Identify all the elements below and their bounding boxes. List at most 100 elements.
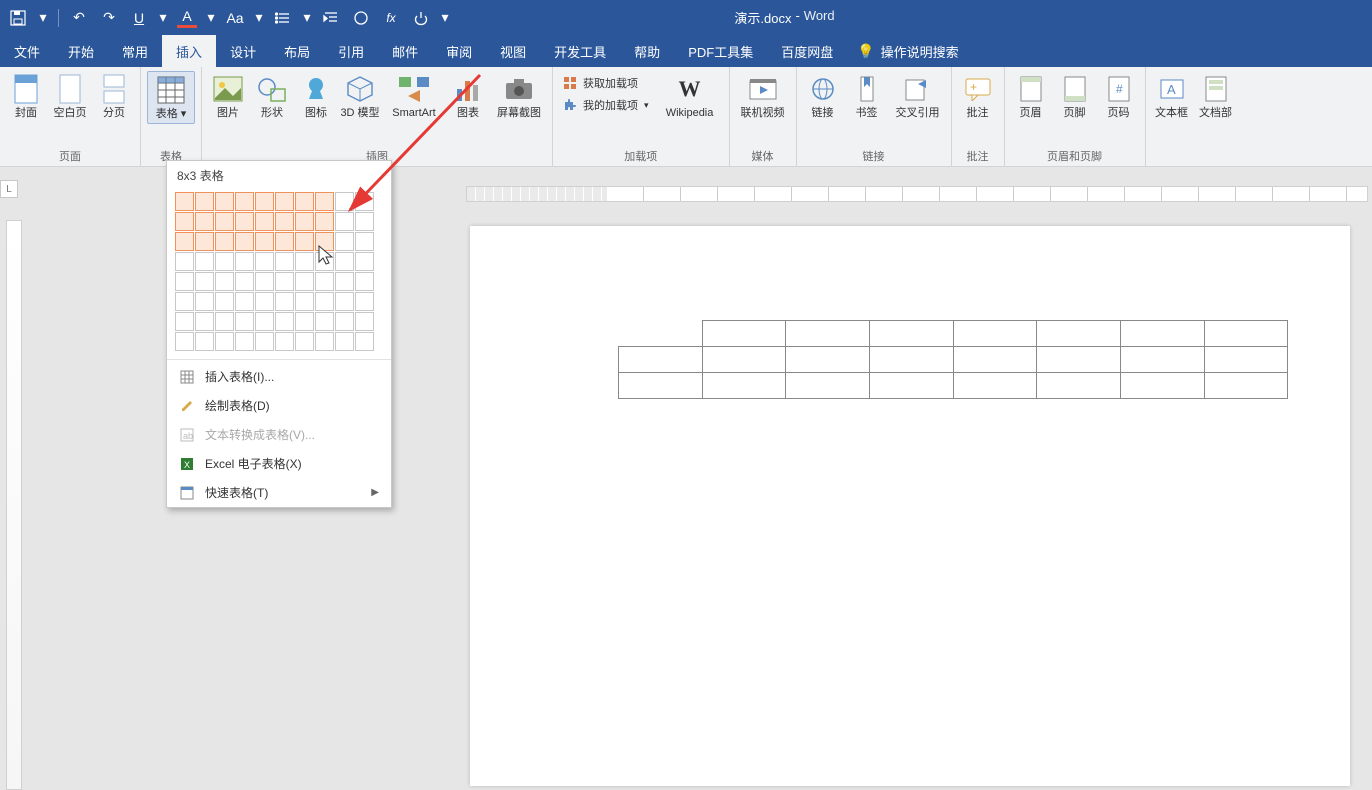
grid-cell[interactable]: [175, 332, 194, 351]
grid-cell[interactable]: [315, 192, 334, 211]
tab-view[interactable]: 视图: [486, 35, 540, 67]
grid-cell[interactable]: [295, 192, 314, 211]
tab-developer[interactable]: 开发工具: [540, 35, 620, 67]
grid-cell[interactable]: [355, 252, 374, 271]
qat-dropdown-icon[interactable]: ▾: [38, 8, 48, 28]
grid-cell[interactable]: [255, 292, 274, 311]
grid-cell[interactable]: [275, 292, 294, 311]
grid-cell[interactable]: [275, 192, 294, 211]
grid-cell[interactable]: [195, 312, 214, 331]
grid-cell[interactable]: [315, 252, 334, 271]
touch-dropdown-icon[interactable]: ▾: [441, 8, 449, 28]
grid-cell[interactable]: [195, 292, 214, 311]
font-color-dropdown-icon[interactable]: ▾: [207, 8, 215, 28]
grid-cell[interactable]: [335, 192, 354, 211]
touch-mode-icon[interactable]: [411, 8, 431, 28]
online-video-button[interactable]: 联机视频: [736, 71, 790, 122]
grid-cell[interactable]: [295, 292, 314, 311]
grid-cell[interactable]: [195, 332, 214, 351]
grid-cell[interactable]: [355, 192, 374, 211]
tab-review[interactable]: 审阅: [432, 35, 486, 67]
grid-cell[interactable]: [295, 212, 314, 231]
grid-cell[interactable]: [175, 312, 194, 331]
tab-file[interactable]: 文件: [0, 35, 54, 67]
fx-icon[interactable]: fx: [381, 8, 401, 28]
underline-icon[interactable]: U: [129, 8, 149, 28]
grid-cell[interactable]: [315, 292, 334, 311]
tab-baidu[interactable]: 百度网盘: [767, 35, 847, 67]
grid-cell[interactable]: [275, 232, 294, 251]
picture-button[interactable]: 图片: [208, 71, 248, 122]
tab-references[interactable]: 引用: [324, 35, 378, 67]
grid-cell[interactable]: [255, 332, 274, 351]
excel-spreadsheet-menu[interactable]: X Excel 电子表格(X): [167, 449, 391, 478]
grid-cell[interactable]: [335, 252, 354, 271]
grid-cell[interactable]: [255, 272, 274, 291]
insert-table-menu[interactable]: 插入表格(I)...: [167, 362, 391, 391]
grid-cell[interactable]: [215, 312, 234, 331]
bookmark-button[interactable]: 书签: [847, 71, 887, 122]
grid-cell[interactable]: [195, 212, 214, 231]
grid-cell[interactable]: [355, 272, 374, 291]
3d-models-button[interactable]: 3D 模型: [340, 71, 380, 122]
grid-cell[interactable]: [215, 332, 234, 351]
grid-cell[interactable]: [175, 192, 194, 211]
grid-cell[interactable]: [215, 192, 234, 211]
cover-page-button[interactable]: 封面: [6, 71, 46, 122]
grid-cell[interactable]: [215, 292, 234, 311]
tab-help[interactable]: 帮助: [620, 35, 674, 67]
quick-tables-menu[interactable]: 快速表格(T) ▶: [167, 478, 391, 507]
header-button[interactable]: 页眉: [1011, 71, 1051, 122]
grid-cell[interactable]: [315, 272, 334, 291]
wikipedia-button[interactable]: W Wikipedia: [657, 71, 723, 122]
grid-cell[interactable]: [355, 332, 374, 351]
grid-cell[interactable]: [295, 312, 314, 331]
list-icon[interactable]: [273, 8, 293, 28]
grid-cell[interactable]: [355, 312, 374, 331]
footer-button[interactable]: 页脚: [1055, 71, 1095, 122]
tab-pdf[interactable]: PDF工具集: [674, 35, 767, 67]
blank-page-button[interactable]: 空白页: [50, 71, 90, 122]
grid-cell[interactable]: [175, 212, 194, 231]
grid-cell[interactable]: [335, 312, 354, 331]
grid-cell[interactable]: [315, 212, 334, 231]
grid-cell[interactable]: [315, 332, 334, 351]
tab-common[interactable]: 常用: [108, 35, 162, 67]
table-button[interactable]: 表格 ▾: [147, 71, 195, 124]
grid-cell[interactable]: [235, 332, 254, 351]
change-case-dropdown-icon[interactable]: ▾: [255, 8, 263, 28]
grid-cell[interactable]: [235, 252, 254, 271]
grid-cell[interactable]: [175, 232, 194, 251]
grid-cell[interactable]: [215, 252, 234, 271]
grid-cell[interactable]: [275, 312, 294, 331]
grid-cell[interactable]: [255, 232, 274, 251]
grid-cell[interactable]: [195, 232, 214, 251]
draw-table-menu[interactable]: 绘制表格(D): [167, 391, 391, 420]
grid-cell[interactable]: [335, 212, 354, 231]
font-color-icon[interactable]: A: [177, 8, 197, 28]
tab-layout[interactable]: 布局: [270, 35, 324, 67]
icons-button[interactable]: 图标: [296, 71, 336, 122]
tell-me-search[interactable]: 💡 操作说明搜索: [847, 35, 968, 67]
undo-icon[interactable]: ↶: [69, 8, 89, 28]
grid-cell[interactable]: [275, 212, 294, 231]
grid-cell[interactable]: [215, 272, 234, 291]
grid-cell[interactable]: [335, 272, 354, 291]
tab-insert[interactable]: 插入: [162, 35, 216, 67]
grid-cell[interactable]: [175, 292, 194, 311]
grid-cell[interactable]: [215, 212, 234, 231]
grid-cell[interactable]: [355, 232, 374, 251]
grid-cell[interactable]: [215, 232, 234, 251]
grid-cell[interactable]: [255, 252, 274, 271]
grid-cell[interactable]: [295, 232, 314, 251]
grid-cell[interactable]: [235, 292, 254, 311]
document-page[interactable]: [470, 226, 1350, 786]
grid-cell[interactable]: [275, 332, 294, 351]
smartart-button[interactable]: SmartArt: [384, 71, 444, 122]
tab-home[interactable]: 开始: [54, 35, 108, 67]
vertical-ruler[interactable]: [6, 220, 22, 790]
redo-icon[interactable]: ↷: [99, 8, 119, 28]
grid-cell[interactable]: [195, 192, 214, 211]
grid-cell[interactable]: [255, 212, 274, 231]
grid-cell[interactable]: [175, 252, 194, 271]
